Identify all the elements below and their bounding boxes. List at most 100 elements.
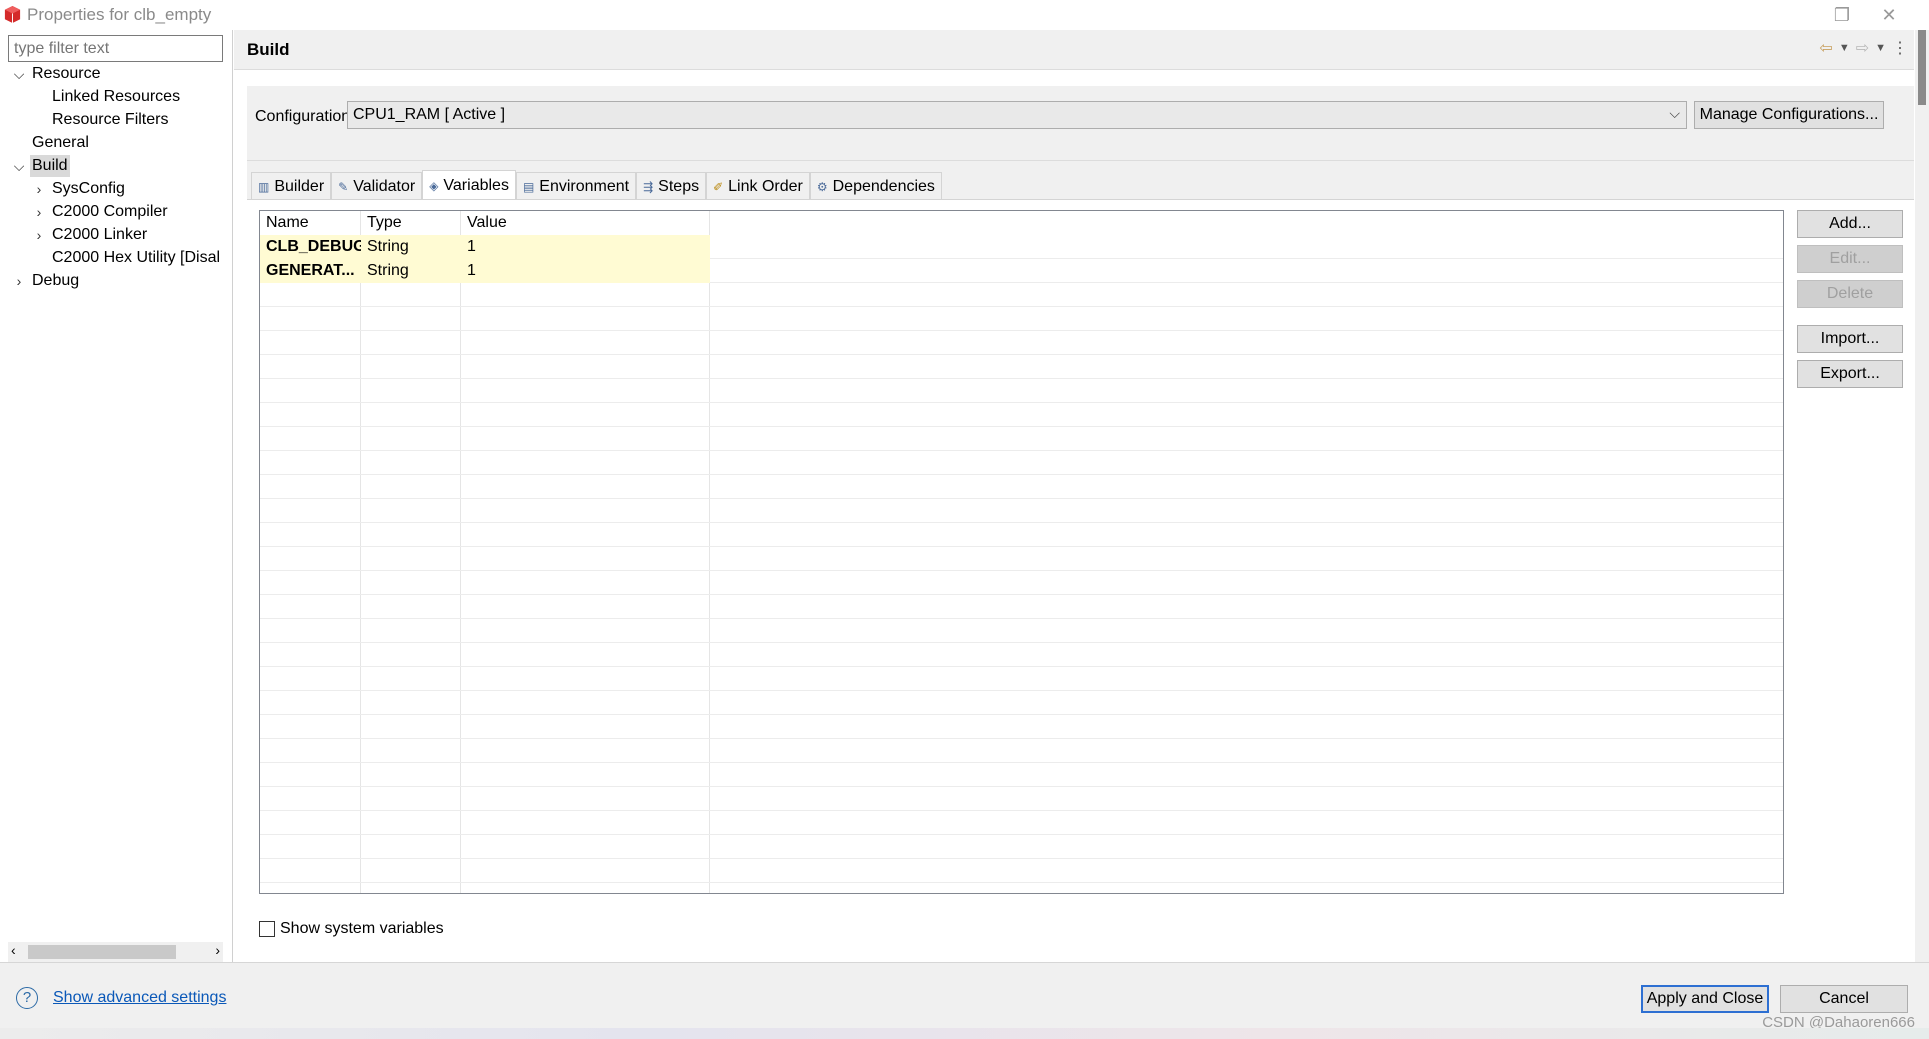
column-header-value[interactable]: Value — [467, 214, 507, 232]
column-header-type[interactable]: Type — [367, 214, 402, 232]
tab-link-order[interactable]: ✐ Link Order — [706, 172, 810, 200]
empty-table-row — [260, 523, 1783, 547]
page-nav-icons: ⇦ ▼ ⇨ ▼ ⋮ — [1819, 38, 1908, 58]
column-header-name[interactable]: Name — [266, 214, 309, 232]
empty-table-row — [260, 715, 1783, 739]
empty-table-row — [260, 859, 1783, 883]
tree-item-label: SysConfig — [52, 180, 125, 197]
table-row[interactable]: GENERAT... String 1 — [260, 259, 1783, 283]
filter-input[interactable] — [8, 35, 223, 62]
empty-table-row — [260, 691, 1783, 715]
builder-icon: ▥ — [258, 179, 270, 194]
empty-table-row — [260, 835, 1783, 859]
tree-item-label: Debug — [32, 272, 80, 289]
validator-icon: ✎ — [338, 179, 349, 194]
back-arrow-icon[interactable]: ⇦ — [1819, 38, 1832, 58]
variable-type: String — [361, 235, 461, 259]
show-advanced-settings-link[interactable]: Show advanced settings — [53, 989, 226, 1007]
tab-label: Validator — [353, 177, 416, 195]
edit-button[interactable]: Edit... — [1797, 245, 1903, 273]
chevron-right-icon[interactable]: › — [32, 224, 46, 246]
tab-label: Dependencies — [832, 177, 935, 195]
configuration-label: Configuration: — [255, 108, 355, 125]
export-button[interactable]: Export... — [1797, 360, 1903, 388]
environment-icon: ▤ — [522, 179, 535, 194]
empty-table-row — [260, 643, 1783, 667]
page-header: Build ⇦ ▼ ⇨ ▼ ⋮ — [234, 30, 1914, 70]
forward-menu-icon[interactable]: ▼ — [1875, 42, 1886, 58]
empty-table-row — [260, 787, 1783, 811]
tab-bar: ▥ Builder ✎ Validator ◈ Variables ▤ Envi… — [251, 170, 942, 200]
tree-item-general[interactable]: General — [32, 132, 89, 154]
chevron-down-icon[interactable]: ⌵ — [12, 63, 26, 85]
variable-type: String — [361, 259, 461, 283]
checkbox-label: Show system variables — [280, 920, 444, 937]
scroll-left-icon[interactable]: ‹ — [11, 942, 16, 958]
variables-tab-panel: Name Type Value CLB_DEBUG String 1 GENER… — [247, 199, 1914, 956]
close-button[interactable]: ✕ — [1867, 2, 1911, 28]
chevron-right-icon[interactable]: › — [12, 270, 26, 292]
scrollbar-thumb[interactable] — [28, 945, 176, 959]
import-button[interactable]: Import... — [1797, 325, 1903, 353]
empty-table-row — [260, 571, 1783, 595]
empty-table-row — [260, 475, 1783, 499]
chevron-right-icon[interactable]: › — [32, 201, 46, 223]
back-menu-icon[interactable]: ▼ — [1839, 42, 1850, 58]
forward-arrow-icon[interactable]: ⇨ — [1856, 38, 1869, 58]
chevron-down-icon[interactable]: ⌵ — [12, 155, 26, 177]
scrollbar-thumb[interactable] — [1918, 30, 1926, 105]
chevron-right-icon[interactable]: › — [32, 178, 46, 200]
variable-name: CLB_DEBUG — [260, 235, 361, 259]
tab-label: Builder — [274, 177, 325, 195]
tab-environment[interactable]: ▤ Environment — [515, 172, 637, 200]
tree-item-resource-filters[interactable]: Resource Filters — [52, 109, 168, 131]
manage-configurations-button[interactable]: Manage Configurations... — [1694, 101, 1884, 129]
show-system-variables-checkbox[interactable]: Show system variables — [259, 920, 444, 938]
vertical-scrollbar[interactable] — [1915, 30, 1929, 962]
restore-button[interactable]: ❐ — [1820, 2, 1864, 28]
tree-item-label: C2000 Hex Utility [Disal — [52, 249, 221, 266]
empty-table-row — [260, 739, 1783, 763]
apply-and-close-button[interactable]: Apply and Close — [1641, 985, 1769, 1013]
divider — [247, 160, 1914, 161]
checkbox-box[interactable] — [259, 921, 275, 937]
properties-tree-panel: ⌵ Resource Linked Resources Resource Fil… — [0, 30, 233, 962]
cancel-button[interactable]: Cancel — [1780, 985, 1908, 1013]
tab-variables[interactable]: ◈ Variables — [422, 170, 516, 200]
tab-dependencies[interactable]: ⚙ Dependencies — [809, 172, 942, 200]
configuration-value: CPU1_RAM [ Active ] — [353, 106, 506, 123]
scroll-right-icon[interactable]: › — [215, 942, 220, 958]
dialog-footer: ? Show advanced settings Apply and Close… — [0, 962, 1929, 1028]
tab-validator[interactable]: ✎ Validator — [331, 172, 423, 200]
variable-value: 1 — [461, 235, 710, 259]
help-icon[interactable]: ? — [16, 987, 38, 1009]
empty-table-row — [260, 283, 1783, 307]
more-menu-icon[interactable]: ⋮ — [1892, 38, 1908, 58]
tab-steps[interactable]: ⇶ Steps — [636, 172, 707, 200]
tree-item-c2000-hex-utility[interactable]: C2000 Hex Utility [Disal — [52, 247, 224, 269]
tab-label: Link Order — [728, 177, 803, 195]
empty-table-row — [260, 355, 1783, 379]
tab-label: Environment — [539, 177, 630, 195]
tree-item-linked-resources[interactable]: Linked Resources — [52, 86, 180, 108]
table-row[interactable]: CLB_DEBUG String 1 — [260, 235, 1783, 259]
configuration-select[interactable]: CPU1_RAM [ Active ] ⌵ — [347, 101, 1687, 129]
empty-table-row — [260, 307, 1783, 331]
tab-label: Variables — [443, 176, 509, 194]
dependencies-icon: ⚙ — [816, 179, 828, 194]
empty-table-row — [260, 403, 1783, 427]
empty-table-row — [260, 379, 1783, 403]
page-title: Build — [247, 40, 290, 59]
delete-button[interactable]: Delete — [1797, 280, 1903, 308]
tree-item-label: Build — [30, 155, 70, 177]
add-button[interactable]: Add... — [1797, 210, 1903, 238]
empty-table-row — [260, 883, 1783, 893]
variables-table[interactable]: Name Type Value CLB_DEBUG String 1 GENER… — [259, 210, 1784, 894]
tab-builder[interactable]: ▥ Builder — [251, 172, 332, 200]
variables-icon: ◈ — [429, 178, 439, 193]
app-icon — [4, 5, 21, 24]
empty-table-row — [260, 547, 1783, 571]
horizontal-scrollbar[interactable]: ‹ › — [8, 942, 223, 962]
tree-item-label: Resource — [32, 65, 101, 82]
tree-item-label: General — [32, 134, 89, 151]
